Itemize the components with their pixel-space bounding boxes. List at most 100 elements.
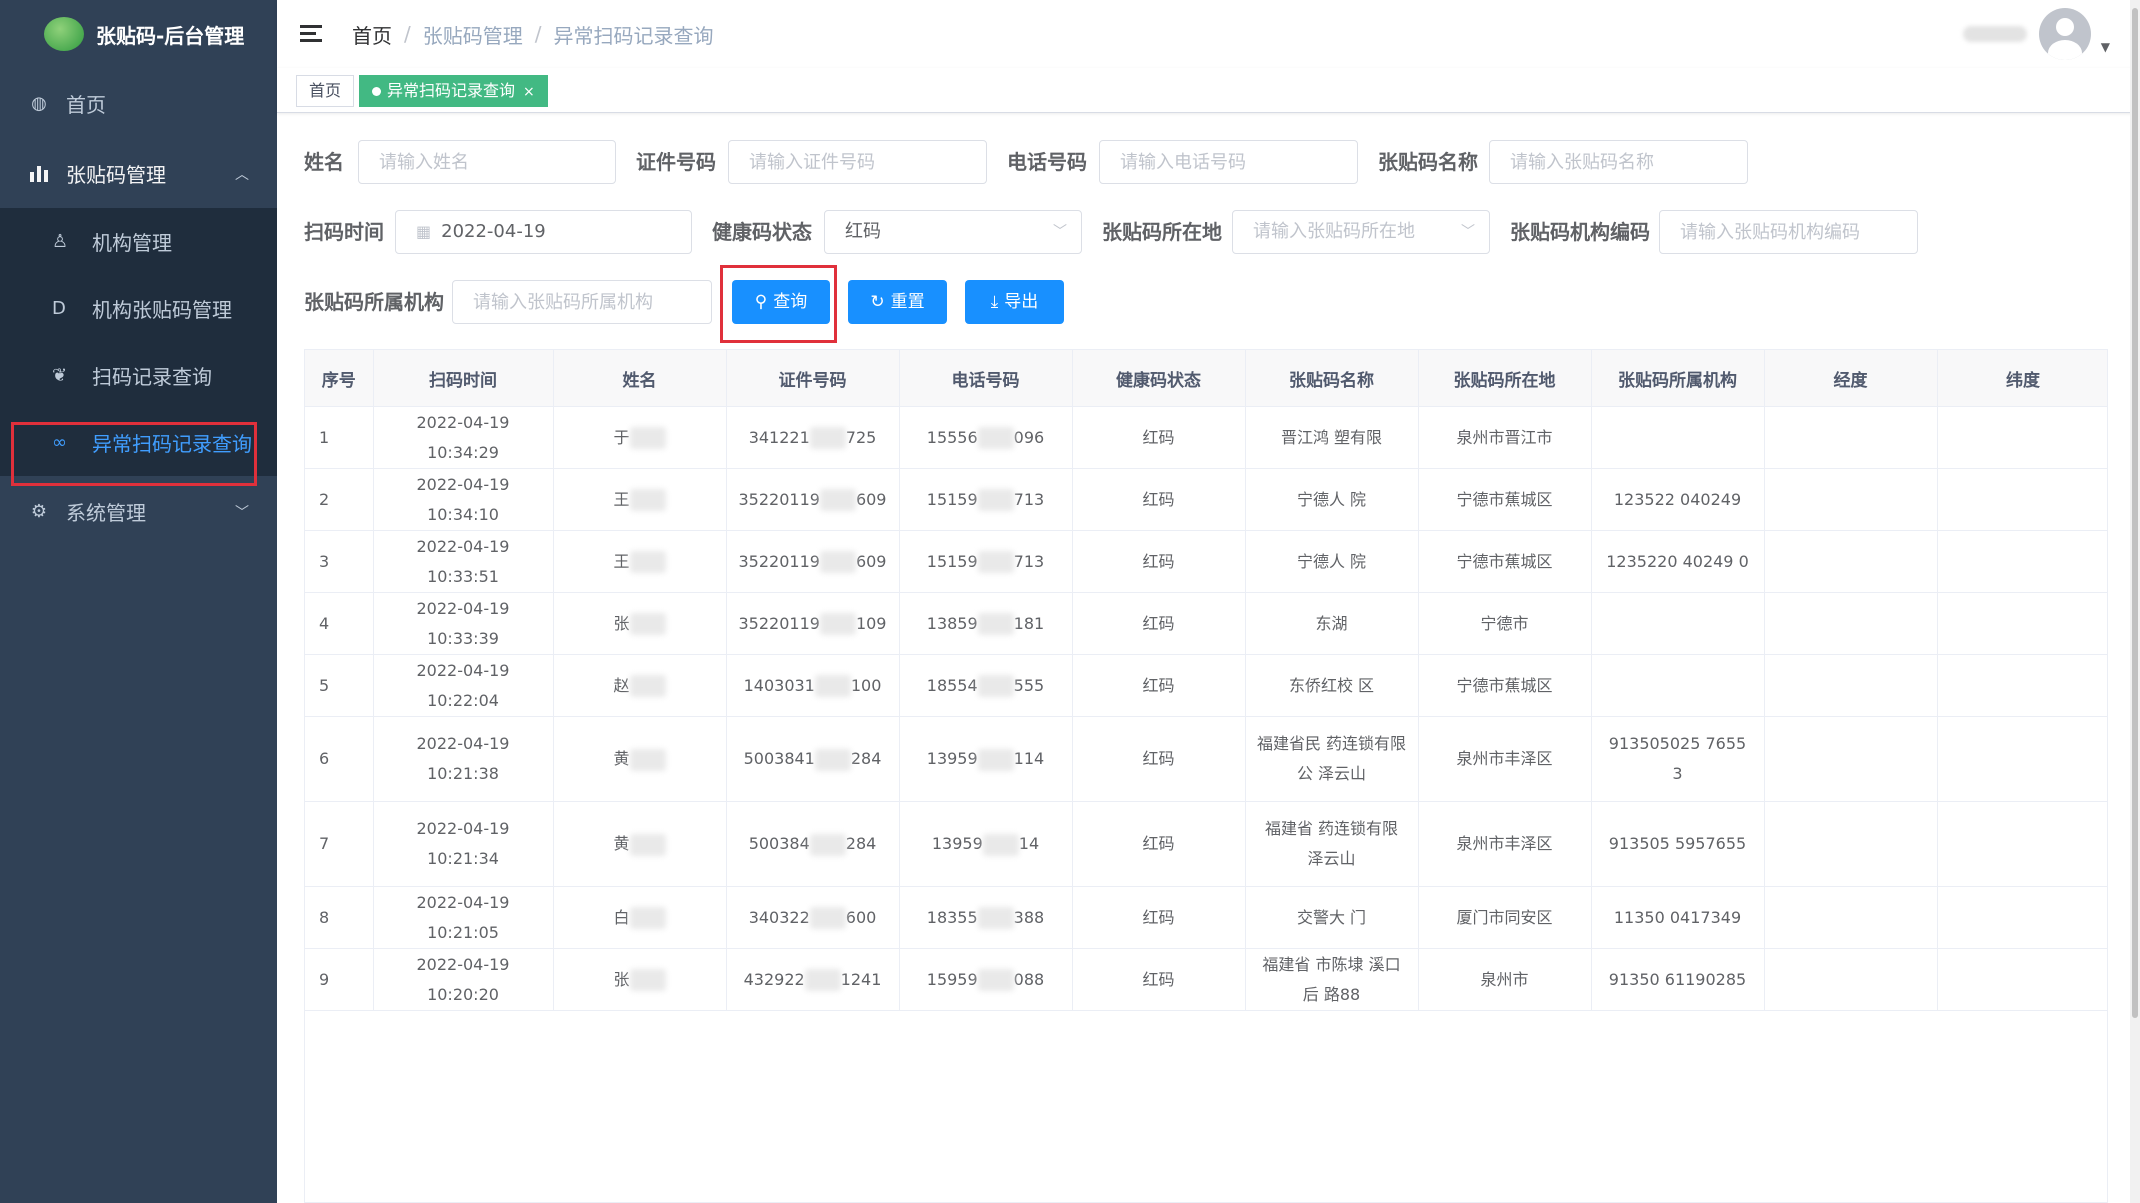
sidebar-item-label: 首页 [66,92,106,117]
cell-name: 白 [553,886,727,949]
masked-value [629,551,666,573]
cell-phone: 18554 555 [899,654,1073,717]
cell-scan-time: 2022-04-19 10:22:04 [373,654,554,717]
export-button[interactable]: ⤓ 导出 [965,280,1064,324]
avatar[interactable] [2038,8,2091,60]
navbar: 首页 / 张贴码管理 / 异常扫码记录查询 ▼ [277,0,2140,68]
cell-code-name: 晋江鸿 塑有限 [1245,406,1419,469]
code-name-input[interactable] [1489,140,1748,184]
table-row[interactable]: 4 2022-04-19 10:33:39 张 35220119 109 13859 181… [305,592,2107,655]
scan-date-picker[interactable]: ▦ 2022-04-19 [395,210,692,254]
sidebar: 张贴码-后台管理 ◍ 首页 张贴码管理 ︿ ♙ 机构管理 D 机构张贴码管理 ❦… [0,0,277,1203]
masked-value [809,907,846,929]
cell-index: 6 [305,716,374,802]
name-input[interactable] [358,140,616,184]
chevron-down-icon: ﹀ [1461,224,1475,240]
org-code-label: 张贴码机构编码 [1510,220,1650,244]
masked-value [819,489,856,511]
org-code-input[interactable] [1659,210,1918,254]
cell-text: 114 [1013,749,1045,768]
cell-id-number: 35220119 109 [726,592,900,655]
cell-text: 15556 [926,427,978,447]
table-row[interactable]: 3 2022-04-19 10:33:51 王 35220119 609 15159 713… [305,530,2107,593]
cell-text: 088 [1013,969,1045,989]
cell-org: 123522 040249 [1591,468,1765,531]
calendar-icon: ▦ [416,222,432,241]
cell-index: 1 [305,406,374,469]
gear-icon: ⚙ [30,500,48,522]
cell-name: 赵 [553,654,727,717]
cell-id-number: 340322 600 [726,886,900,949]
sidebar-item-scan-records[interactable]: ❦ 扫码记录查询 [0,342,277,409]
cell-text: 340322 [748,907,810,927]
cell-text: 713 [1013,489,1045,509]
org-input[interactable] [452,280,712,324]
cell-phone: 15959 088 [899,948,1073,1011]
cell-location: 泉州市晋江市 [1418,406,1592,469]
app-logo[interactable]: 张贴码-后台管理 [0,0,277,68]
column-header: 纬度 [1937,350,2107,407]
cell-name: 黄 [553,801,727,887]
table-row[interactable]: 2 2022-04-19 10:34:10 王 35220119 609 15159 713… [305,468,2107,531]
cell-code-name: 福建省民 药连锁有限公 泽云山 [1245,716,1419,802]
masked-value [977,489,1014,511]
location-label: 张贴码所在地 [1102,220,1222,244]
table-row[interactable]: 1 2022-04-19 10:34:29 于 341221 725 15556 096 红码… [305,406,2107,469]
user-menu[interactable]: ▼ [1962,8,2110,60]
close-icon[interactable]: × [523,84,535,100]
cell-text: 14 [1018,834,1040,853]
cell-id-number: 341221 725 [726,406,900,469]
hamburger-icon[interactable] [300,25,322,43]
column-header: 扫码时间 [373,350,554,407]
masked-value [629,833,666,856]
masked-value [629,489,666,511]
code-name-label: 张贴码名称 [1378,150,1478,174]
chevron-up-icon: ︿ [235,167,249,183]
cell-index: 5 [305,654,374,717]
page-scrollbar[interactable] [2130,0,2140,1203]
id-number-input[interactable] [728,140,987,184]
table-row[interactable]: 7 2022-04-19 10:21:34 黄 500384 284 13959 14 红码福… [305,801,2107,887]
cell-text: 500384 [748,834,810,853]
table-row[interactable]: 5 2022-04-19 10:22:04 赵 1403031 100 18554 555 红… [305,654,2107,717]
breadcrumb: 首页 / 张贴码管理 / 异常扫码记录查询 [352,20,714,49]
sidebar-item-system-mgmt[interactable]: ⚙ 系统管理 ﹀ [0,476,277,546]
table-body: 1 2022-04-19 10:34:29 于 341221 725 15556 096 红码… [305,406,2107,1011]
health-status-select[interactable]: 红码 ﹀ [824,210,1082,254]
cell-id-number: 432922 1241 [726,948,900,1011]
cell-org [1591,654,1765,717]
cell-text: 109 [855,613,887,633]
phone-input[interactable] [1099,140,1358,184]
column-header: 张贴码所在地 [1418,350,1592,407]
dot-icon [372,87,381,96]
cell-text: 18554 [926,675,978,695]
cell-scan-time: 2022-04-19 10:34:10 [373,468,554,531]
cell-text: 388 [1013,907,1045,927]
cell-index: 7 [305,801,374,887]
cell-latitude [1937,801,2107,887]
table-row[interactable]: 9 2022-04-19 10:20:20 张 432922 1241 15959 088 红… [305,948,2107,1011]
cell-text: 13959 [931,834,983,853]
sidebar-item-home[interactable]: ◍ 首页 [0,68,277,138]
location-select[interactable]: 请输入张贴码所在地 ﹀ [1232,210,1490,254]
table-row[interactable]: 6 2022-04-19 10:21:38 黄 5003841 284 13959 114 红… [305,716,2107,802]
tags-view: 首页 异常扫码记录查询 × [277,68,2140,113]
sidebar-item-org-mgmt[interactable]: ♙ 机构管理 [0,208,277,275]
table-row[interactable]: 8 2022-04-19 10:21:05 白 340322 600 18355 388 红码… [305,886,2107,949]
caret-down-icon[interactable]: ▼ [2101,40,2110,54]
tag-abnormal-scan[interactable]: 异常扫码记录查询 × [359,75,548,107]
masked-value [977,907,1014,929]
breadcrumb-current: 异常扫码记录查询 [553,23,714,48]
tag-home[interactable]: 首页 [296,75,355,107]
masked-value [804,969,841,991]
reset-button[interactable]: ↻ 重置 [848,280,947,324]
cell-health-status: 红码 [1072,406,1246,469]
cell-latitude [1937,406,2107,469]
breadcrumb-home[interactable]: 首页 [352,20,392,49]
cell-index: 8 [305,886,374,949]
masked-value [977,551,1014,573]
sidebar-item-org-code-mgmt[interactable]: D 机构张贴码管理 [0,275,277,342]
cell-text: 15959 [926,969,978,989]
sidebar-item-qrcode-mgmt[interactable]: 张贴码管理 ︿ [0,138,277,208]
cell-longitude [1764,406,1938,469]
